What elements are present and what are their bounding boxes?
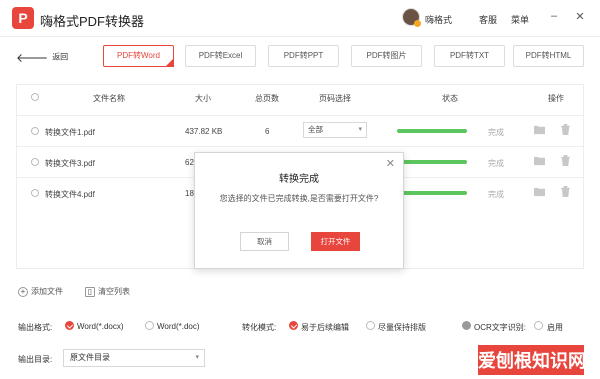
- watermark-text: 爱刨根知识网: [478, 351, 586, 371]
- status-text: 完成: [488, 190, 504, 199]
- folder-icon[interactable]: [534, 124, 545, 135]
- tab-pdf-to-html[interactable]: PDF转HTML: [513, 45, 584, 67]
- header-pages: 总页数: [255, 94, 279, 103]
- tab-pdf-to-ppt[interactable]: PDF转PPT: [268, 45, 339, 67]
- format-docx-label[interactable]: Word(*.docx): [77, 322, 124, 331]
- clear-list-label: 清空列表: [98, 287, 130, 296]
- mode-layout-label[interactable]: 尽量保持排版: [378, 322, 426, 333]
- table-header: 文件名称 大小 总页数 页码选择 状态 操作: [17, 85, 583, 109]
- tab-pdf-to-excel[interactable]: PDF转Excel: [185, 45, 256, 67]
- tab-pdf-to-word[interactable]: PDF转Word: [103, 45, 174, 67]
- format-label: 输出格式:: [18, 323, 53, 332]
- user-name[interactable]: 嗨格式: [425, 13, 452, 26]
- ocr-label: OCR文字识别:: [474, 323, 526, 332]
- trash-icon: ▯: [85, 286, 95, 297]
- page-select[interactable]: 全部 ▾: [303, 122, 367, 138]
- tab-pdf-to-txt[interactable]: PDF转TXT: [434, 45, 505, 67]
- row-checkbox[interactable]: [31, 127, 39, 135]
- open-file-button[interactable]: 打开文件: [311, 232, 360, 251]
- status-text: 完成: [488, 159, 504, 168]
- header-actions: 操作: [548, 94, 564, 103]
- output-dir-value: 原文件目录: [70, 353, 110, 362]
- file-size: 437.82 KB: [185, 127, 223, 136]
- add-file-button[interactable]: + 添加文件: [18, 286, 63, 297]
- vip-badge-icon: [414, 20, 421, 27]
- file-size: 18: [185, 189, 194, 198]
- minimize-icon[interactable]: –: [547, 10, 561, 22]
- header-name: 文件名称: [93, 94, 125, 103]
- page-select-value: 全部: [308, 125, 323, 134]
- plus-icon: +: [18, 286, 28, 297]
- service-link[interactable]: 客服: [479, 13, 497, 26]
- back-button[interactable]: 🡐 返回: [16, 50, 68, 65]
- trash-icon[interactable]: [560, 186, 571, 197]
- chevron-down-icon: ▾: [358, 126, 362, 133]
- help-icon[interactable]: [462, 321, 471, 330]
- dialog-title: 转换完成: [279, 174, 319, 185]
- mode-editable-label[interactable]: 易于后续编辑: [301, 322, 349, 333]
- cancel-button[interactable]: 取消: [240, 232, 289, 251]
- dir-label: 输出目录:: [18, 355, 53, 364]
- row-checkbox[interactable]: [31, 189, 39, 197]
- app-logo-icon: P: [12, 7, 34, 29]
- header-status: 状态: [442, 94, 458, 103]
- progress-bar: [397, 191, 467, 195]
- format-doc-label[interactable]: Word(*.doc): [157, 322, 200, 331]
- mode-layout-radio[interactable]: [366, 321, 375, 330]
- clear-list-button[interactable]: ▯ 清空列表: [85, 286, 130, 297]
- output-dir-select[interactable]: 原文件目录 ▾: [63, 349, 205, 367]
- menu-link[interactable]: 菜单: [511, 13, 529, 26]
- title-bar: P 嗨格式PDF转换器 嗨格式 客服 菜单 – ✕: [0, 0, 600, 37]
- trash-icon[interactable]: [560, 155, 571, 166]
- format-docx-radio[interactable]: [65, 321, 74, 330]
- header-size: 大小: [195, 94, 211, 103]
- file-name: 转换文件1.pdf: [45, 128, 95, 137]
- mode-editable-radio[interactable]: [289, 321, 298, 330]
- ocr-enable-radio[interactable]: [534, 321, 543, 330]
- mode-label: 转化模式:: [242, 323, 277, 332]
- file-name: 转换文件4.pdf: [45, 190, 95, 199]
- file-pages: 6: [265, 127, 270, 136]
- add-file-label: 添加文件: [31, 287, 63, 296]
- close-window-icon[interactable]: ✕: [573, 10, 587, 23]
- chevron-down-icon: ▾: [195, 354, 199, 361]
- ocr-enable-label[interactable]: 启用: [547, 322, 563, 333]
- tab-pdf-to-image[interactable]: PDF转图片: [351, 45, 422, 67]
- progress-bar: [397, 160, 467, 164]
- trash-icon[interactable]: [560, 124, 571, 135]
- row-checkbox[interactable]: [31, 158, 39, 166]
- status-text: 完成: [488, 128, 504, 137]
- header-page-select: 页码选择: [319, 94, 351, 103]
- folder-icon[interactable]: [534, 155, 545, 166]
- dialog-message: 您选择的文件已完成转换,是否需要打开文件?: [219, 194, 379, 203]
- back-label: 返回: [52, 52, 69, 62]
- progress-bar: [397, 129, 467, 133]
- format-doc-radio[interactable]: [145, 321, 154, 330]
- app-title: 嗨格式PDF转换器: [40, 14, 145, 29]
- convert-complete-dialog: ✕ 转换完成 您选择的文件已完成转换,是否需要打开文件? 取消 打开文件: [194, 152, 404, 269]
- file-name: 转换文件3.pdf: [45, 159, 95, 168]
- close-icon[interactable]: ✕: [386, 157, 395, 170]
- folder-icon[interactable]: [534, 186, 545, 197]
- table-row[interactable]: 转换文件1.pdf 437.82 KB 6 全部 ▾ 完成: [17, 115, 583, 146]
- arrow-left-icon: 🡐: [16, 51, 49, 65]
- select-all-checkbox[interactable]: [31, 93, 39, 101]
